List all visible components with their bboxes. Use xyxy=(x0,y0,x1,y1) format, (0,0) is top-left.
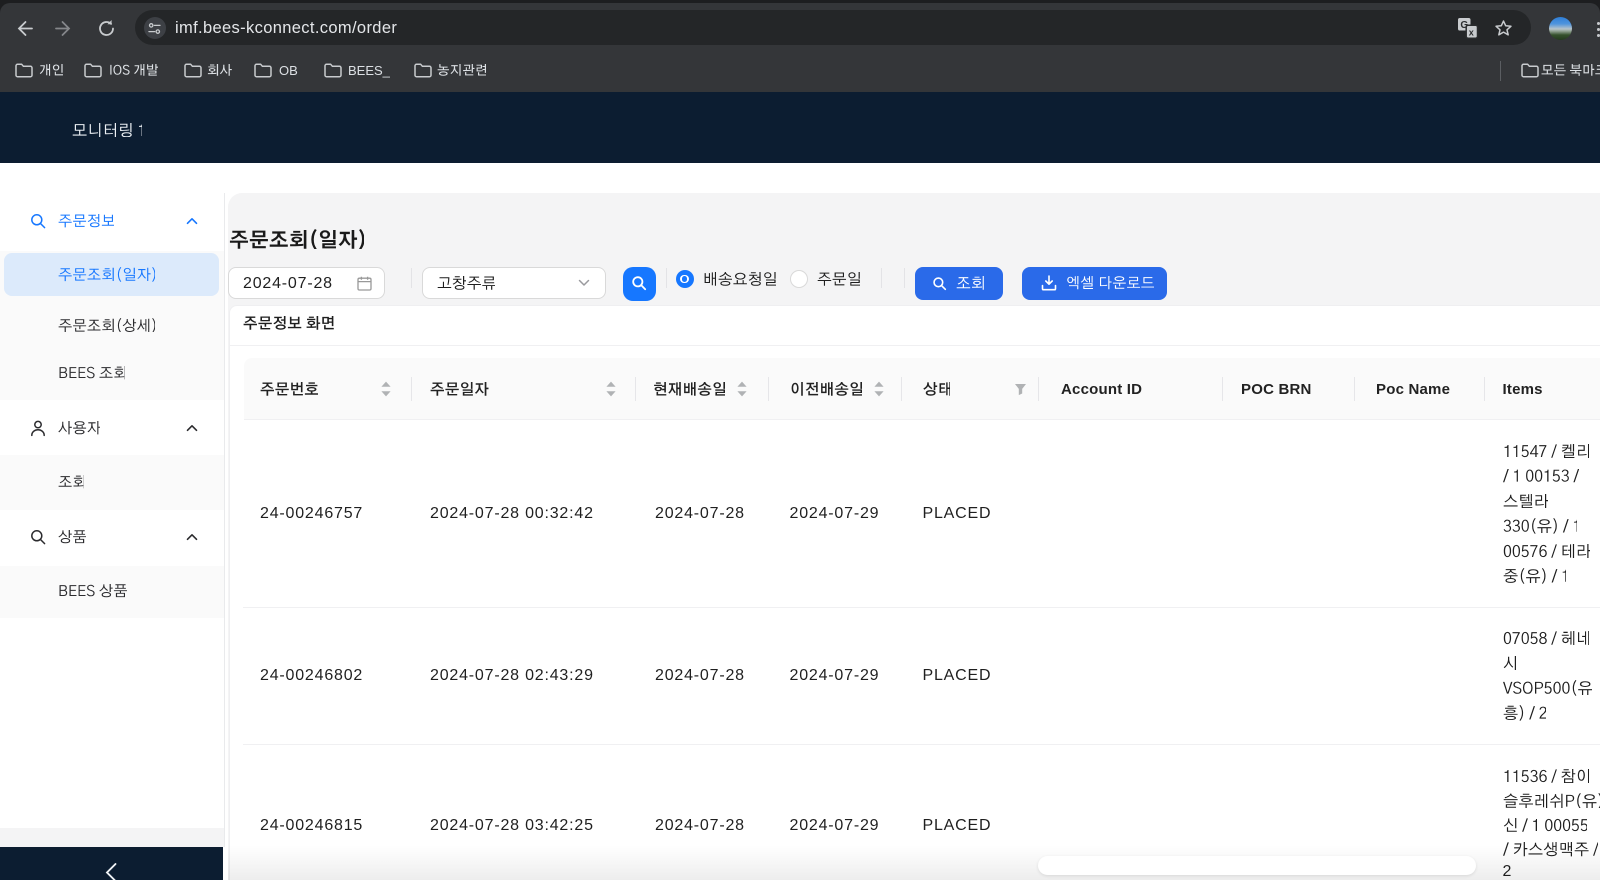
svg-text:x: x xyxy=(1469,27,1474,37)
